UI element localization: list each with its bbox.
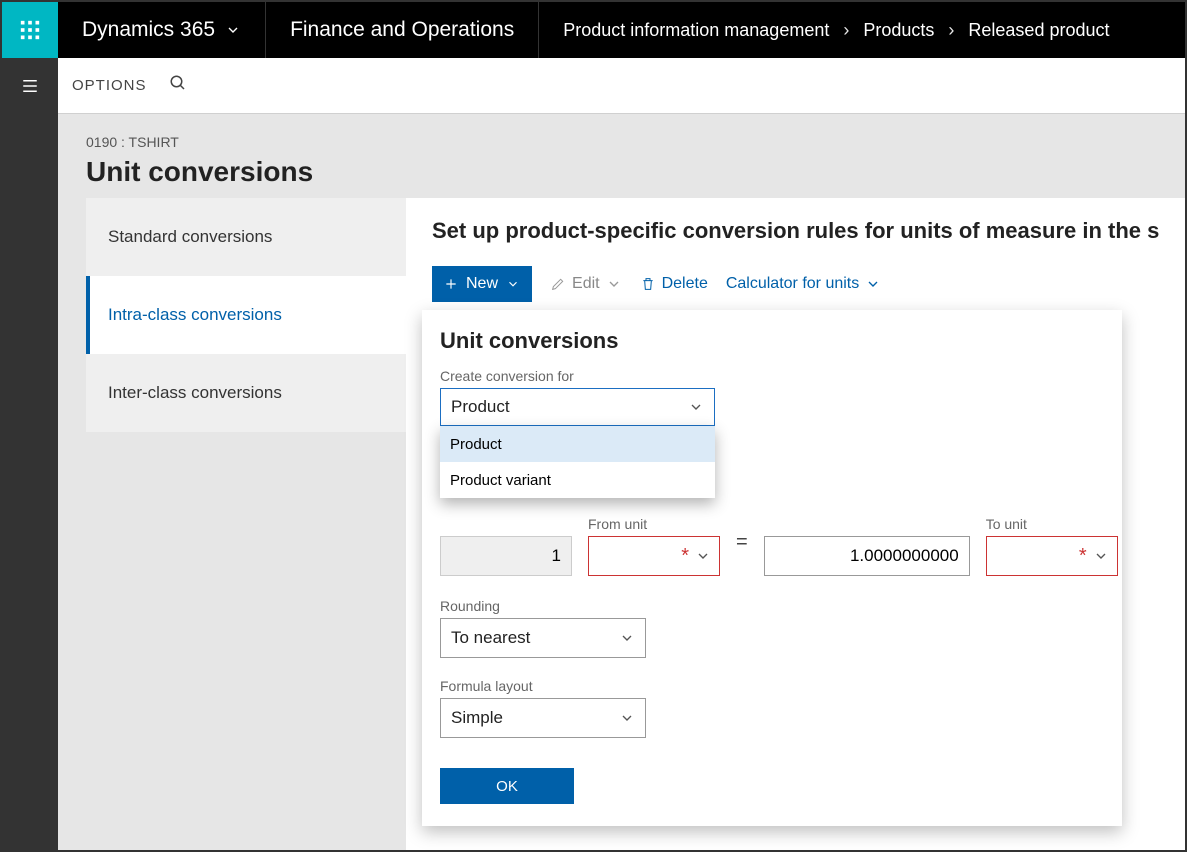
- breadcrumb-item[interactable]: Released product: [968, 20, 1109, 41]
- create-for-dropdown: Product Product variant: [440, 426, 715, 498]
- brand-label: Dynamics 365: [82, 18, 215, 42]
- detail-heading: Set up product-specific conversion rules…: [432, 218, 1159, 244]
- delete-button[interactable]: Delete: [640, 275, 708, 293]
- required-icon: *: [1079, 545, 1087, 568]
- option-bar: OPTIONS: [58, 58, 1185, 114]
- breadcrumb-item[interactable]: Product information management: [563, 20, 829, 41]
- formula-layout-label: Formula layout: [440, 678, 1104, 694]
- dropdown-option-product-variant[interactable]: Product variant: [440, 462, 715, 498]
- ok-button[interactable]: OK: [440, 768, 574, 804]
- detail-pane: Set up product-specific conversion rules…: [406, 198, 1185, 850]
- app-launcher-button[interactable]: [2, 2, 58, 58]
- nav-toggle-button[interactable]: [2, 58, 58, 114]
- chevron-down-icon: [225, 22, 241, 38]
- breadcrumb-item[interactable]: Products: [863, 20, 934, 41]
- factor-right-input[interactable]: [764, 536, 970, 576]
- brand-menu[interactable]: Dynamics 365: [58, 2, 266, 58]
- edit-button: Edit: [550, 275, 622, 293]
- factor-left-input[interactable]: [440, 536, 572, 576]
- chevron-down-icon: [606, 276, 622, 292]
- tabs-column: Standard conversions Intra-class convers…: [86, 198, 406, 850]
- required-icon: *: [681, 545, 689, 568]
- chevron-right-icon: ›: [843, 20, 849, 41]
- create-for-label: Create conversion for: [440, 368, 1104, 384]
- calculator-button[interactable]: Calculator for units: [726, 275, 881, 293]
- new-button[interactable]: New: [432, 266, 532, 302]
- chevron-down-icon: [506, 277, 520, 291]
- unit-conversions-dialog: Unit conversions Create conversion for P…: [422, 310, 1122, 826]
- options-menu[interactable]: OPTIONS: [72, 77, 147, 94]
- top-bar: Dynamics 365 Finance and Operations Prod…: [2, 2, 1185, 58]
- detail-toolbar: New Edit Delete Calc: [432, 266, 1159, 302]
- hamburger-icon: [19, 77, 41, 95]
- page-context: 0190 : TSHIRT: [86, 134, 1157, 150]
- dialog-title: Unit conversions: [440, 328, 1104, 354]
- create-for-select[interactable]: Product: [440, 388, 715, 426]
- trash-icon: [640, 276, 656, 292]
- page-header: 0190 : TSHIRT Unit conversions: [58, 114, 1185, 198]
- from-unit-select[interactable]: *: [588, 536, 720, 576]
- formula-layout-select[interactable]: Simple: [440, 698, 646, 738]
- to-unit-select[interactable]: *: [986, 536, 1118, 576]
- pencil-icon: [550, 276, 566, 292]
- left-rail: [2, 58, 58, 850]
- search-icon: [169, 74, 187, 92]
- rounding-label: Rounding: [440, 598, 1104, 614]
- chevron-down-icon: [695, 548, 711, 564]
- equals-sign: =: [736, 531, 748, 562]
- tab-standard-conversions[interactable]: Standard conversions: [86, 198, 406, 276]
- module-label: Finance and Operations: [266, 2, 539, 58]
- chevron-right-icon: ›: [948, 20, 954, 41]
- plus-icon: [444, 277, 458, 291]
- page-title: Unit conversions: [86, 156, 1157, 188]
- tab-intra-class-conversions[interactable]: Intra-class conversions: [86, 276, 406, 354]
- chevron-down-icon: [688, 399, 704, 415]
- breadcrumb: Product information management › Product…: [539, 20, 1133, 41]
- waffle-icon: [19, 19, 41, 41]
- to-unit-label: To unit: [986, 516, 1118, 532]
- search-button[interactable]: [169, 74, 187, 97]
- rounding-select[interactable]: To nearest: [440, 618, 646, 658]
- tab-inter-class-conversions[interactable]: Inter-class conversions: [86, 354, 406, 432]
- chevron-down-icon: [1093, 548, 1109, 564]
- chevron-down-icon: [619, 630, 635, 646]
- from-unit-label: From unit: [588, 516, 720, 532]
- chevron-down-icon: [865, 276, 881, 292]
- chevron-down-icon: [619, 710, 635, 726]
- dropdown-option-product[interactable]: Product: [440, 426, 715, 462]
